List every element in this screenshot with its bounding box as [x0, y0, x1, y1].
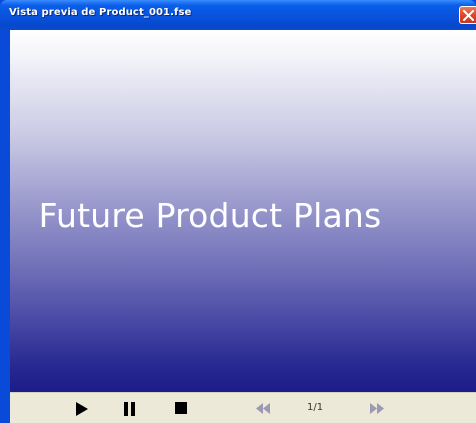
fast-forward-icon[interactable]	[370, 403, 384, 414]
close-icon	[463, 10, 474, 21]
play-icon[interactable]	[75, 402, 89, 416]
page-indicator: 1/1	[307, 402, 324, 413]
window-title: Vista previa de Product_001.fse	[9, 7, 192, 18]
slide-preview: Future Product Plans	[10, 30, 476, 392]
preview-window: Vista previa de Product_001.fse Future P…	[0, 0, 476, 423]
playback-controls: 1/1	[10, 392, 476, 423]
pause-icon[interactable]	[123, 402, 137, 416]
stop-icon[interactable]	[175, 402, 188, 415]
title-bar[interactable]: Vista previa de Product_001.fse	[0, 0, 476, 30]
slide-title: Future Product Plans	[38, 196, 382, 235]
close-button[interactable]	[459, 6, 476, 24]
rewind-icon[interactable]	[256, 403, 270, 414]
